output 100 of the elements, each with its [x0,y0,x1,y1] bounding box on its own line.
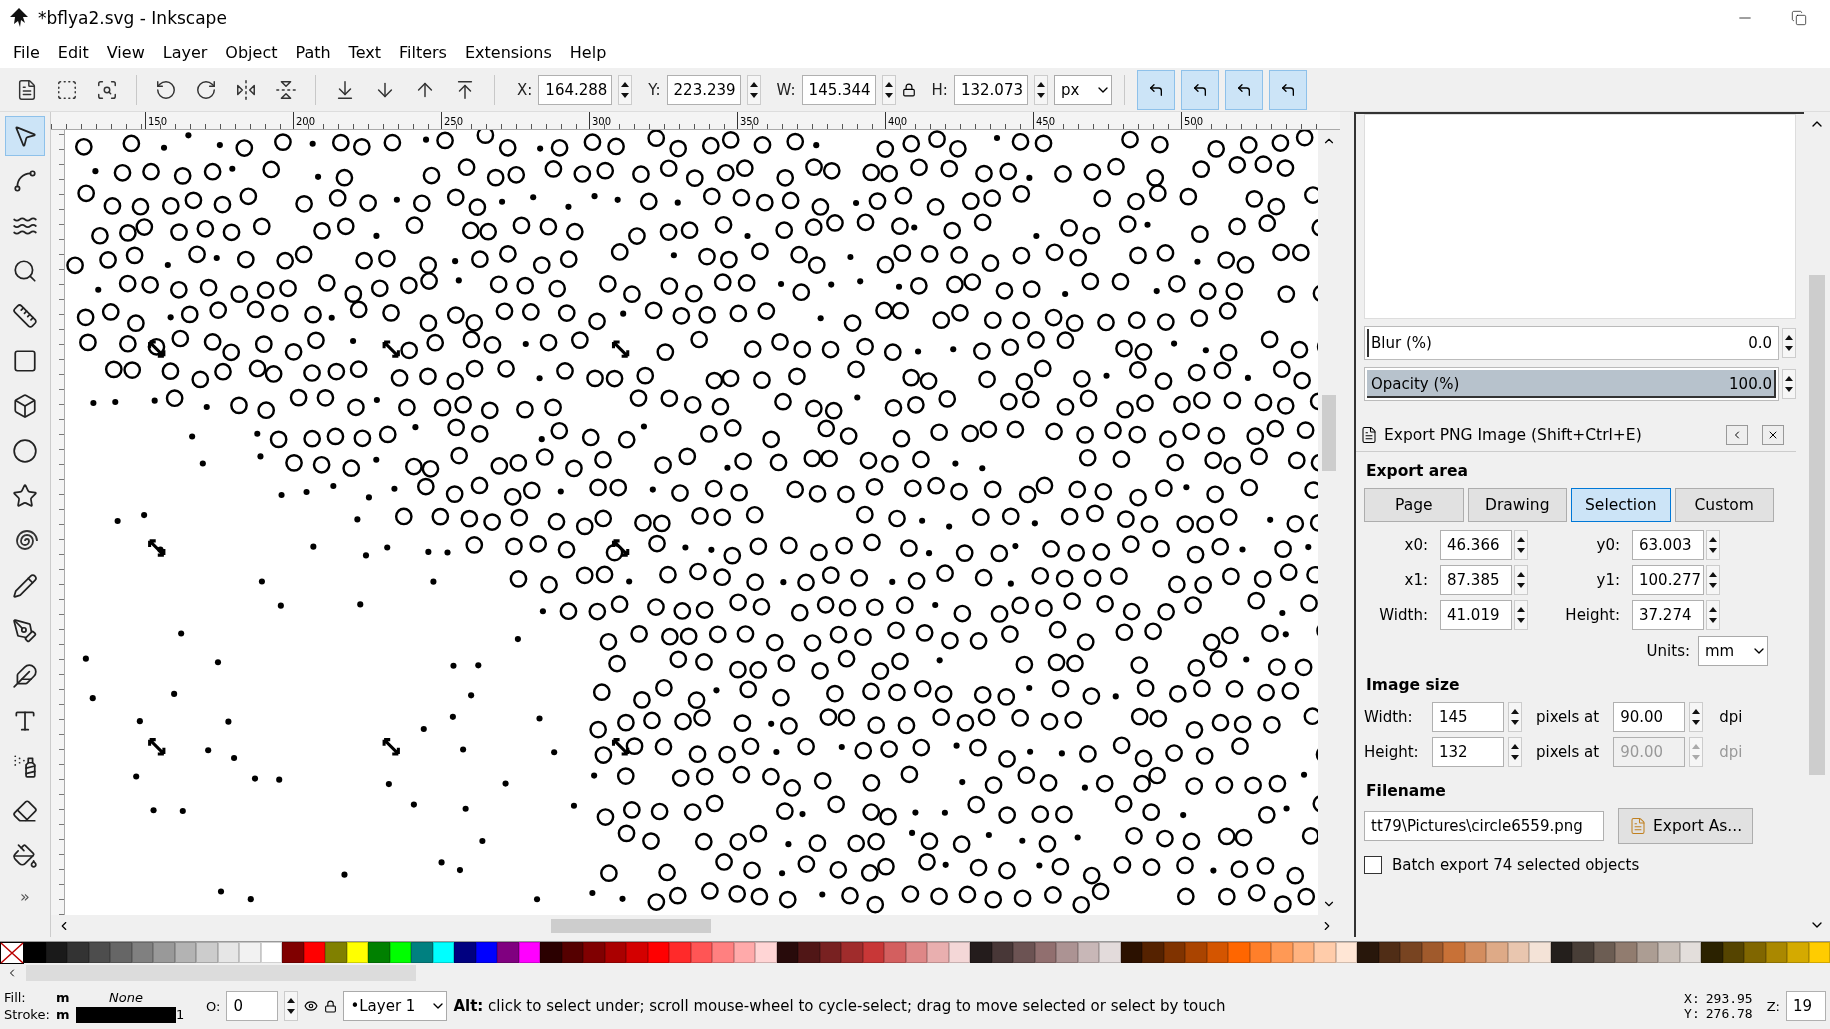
spin-buttons[interactable] [1706,530,1720,560]
color-swatch[interactable] [411,942,433,963]
color-swatch[interactable] [1701,942,1723,963]
color-swatch[interactable] [1722,942,1744,963]
color-swatch[interactable] [604,942,626,963]
color-swatch[interactable] [1034,942,1056,963]
color-swatch[interactable] [1593,942,1615,963]
color-swatch[interactable] [88,942,110,963]
color-swatch[interactable] [1787,942,1809,963]
color-swatch[interactable] [174,942,196,963]
color-swatch[interactable] [669,942,691,963]
units-dropdown[interactable]: mm [1698,636,1768,666]
spin-buttons[interactable] [1689,702,1704,732]
color-swatch[interactable] [1314,942,1336,963]
color-swatch[interactable] [540,942,562,963]
color-swatch[interactable] [862,942,884,963]
menu-item[interactable]: Path [286,38,340,66]
color-swatch[interactable] [1658,942,1680,963]
menu-item[interactable]: Edit [48,38,98,66]
no-color-swatch-icon[interactable] [0,942,24,964]
color-swatch[interactable] [1099,942,1121,963]
color-swatch[interactable] [368,942,390,963]
opacity-slider[interactable]: Opacity (%) 100.0 [1364,367,1779,401]
menu-item[interactable]: File [4,38,49,66]
color-swatch[interactable] [432,942,454,963]
layer-dropdown[interactable]: •Layer 1 [343,991,448,1021]
stroke-swatch[interactable] [76,1006,176,1023]
color-swatch[interactable] [1120,942,1142,963]
spin-buttons[interactable] [1514,600,1528,630]
color-swatch[interactable] [884,942,906,963]
area-toggle-button[interactable]: Page [1364,488,1464,522]
rotate-left-icon[interactable] [155,78,177,101]
menu-item[interactable]: Object [216,38,287,66]
flip-horizontal-icon[interactable] [235,78,257,101]
menu-item[interactable]: View [97,38,154,66]
color-swatch[interactable] [1464,942,1486,963]
color-swatch[interactable] [948,942,970,963]
lock-icon[interactable] [901,82,916,97]
color-swatch[interactable] [991,942,1013,963]
snap-toggle[interactable] [1136,69,1175,110]
color-swatch[interactable] [1679,942,1701,963]
dashed-magnifier-icon[interactable] [96,78,118,101]
color-swatch[interactable] [1056,942,1078,963]
color-swatch[interactable] [1249,942,1271,963]
dashed-square-icon[interactable] [56,78,78,101]
number-field[interactable]: 145.344 [801,74,876,105]
color-swatch[interactable] [454,942,476,963]
color-swatch[interactable] [282,942,304,963]
color-swatch[interactable] [1486,942,1508,963]
color-swatch[interactable] [1529,942,1551,963]
color-swatch[interactable] [131,942,153,963]
menu-item[interactable]: Text [339,38,390,66]
color-swatch[interactable] [1142,942,1164,963]
rotate-right-icon[interactable] [195,78,217,101]
blur-slider[interactable]: Blur (%) 0.0 [1364,326,1779,360]
color-swatch[interactable] [712,942,734,963]
color-swatch[interactable] [690,942,712,963]
number-field[interactable]: 223.239 [666,74,741,105]
color-swatch[interactable] [561,942,583,963]
color-swatch[interactable] [1185,942,1207,963]
color-swatch[interactable] [1808,942,1830,963]
spin-buttons[interactable] [1782,369,1796,399]
color-swatch[interactable] [24,942,46,963]
color-swatch[interactable] [1421,942,1443,963]
color-swatch[interactable] [1163,942,1185,963]
spin-buttons[interactable] [1508,702,1522,732]
color-swatch[interactable] [239,942,261,963]
area-toggle-button[interactable]: Selection [1571,488,1671,522]
area-toggle-button[interactable]: Custom [1674,488,1774,522]
color-swatch[interactable] [1572,942,1594,963]
color-swatch[interactable] [1507,942,1529,963]
number-field[interactable]: 37.274 [1632,600,1704,630]
dpi-field[interactable]: 90.00 [1613,702,1686,732]
number-field[interactable]: 100.277 [1632,565,1704,595]
color-swatch[interactable] [819,942,841,963]
opacity-field[interactable]: 0 [226,991,279,1021]
number-field[interactable]: 41.019 [1440,600,1512,630]
menu-item[interactable]: Help [560,38,616,66]
color-swatch[interactable] [110,942,132,963]
color-swatch[interactable] [927,942,949,963]
color-swatch[interactable] [1206,942,1228,963]
color-swatch[interactable] [798,942,820,963]
color-swatch[interactable] [1550,942,1572,963]
color-swatch[interactable] [1292,942,1314,963]
spin-buttons[interactable] [881,74,896,105]
number-field[interactable]: 87.385 [1440,565,1512,595]
color-swatch[interactable] [647,942,669,963]
snap-toggle[interactable] [1224,69,1263,110]
collapse-button[interactable] [1726,425,1748,445]
spin-buttons[interactable] [618,74,633,105]
snap-toggle[interactable] [1268,69,1307,110]
checkbox[interactable] [1364,856,1382,874]
color-swatch[interactable] [303,942,325,963]
color-swatch[interactable] [1378,942,1400,963]
color-swatch[interactable] [1615,942,1637,963]
spin-buttons[interactable] [1508,737,1522,767]
export-as-button[interactable]: Export As... [1618,808,1754,844]
restore-icon[interactable] [1791,10,1807,26]
color-swatch[interactable] [389,942,411,963]
filename-field[interactable]: tt79\Pictures\circle6559.png [1364,811,1604,841]
